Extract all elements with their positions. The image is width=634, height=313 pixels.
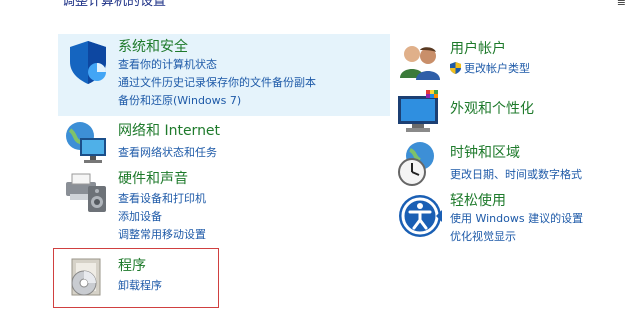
link-view-computer-status[interactable]: 查看你的计算机状态 [118, 56, 217, 72]
category-system-security[interactable]: 系统和安全 查看你的计算机状态 通过文件历史记录保存你的文件备份副本 备份和还原… [58, 34, 390, 116]
page-title: 调整计算机的设置 [62, 0, 167, 9]
category-title[interactable]: 时钟和区域 [450, 142, 520, 162]
link-uninstall-program[interactable]: 卸载程序 [118, 277, 162, 293]
accessibility-icon [396, 192, 444, 240]
category-clock-region[interactable]: 时钟和区域 更改日期、时间或数字格式 [394, 138, 624, 188]
category-title[interactable]: 轻松使用 [450, 190, 506, 210]
link-windows-suggested-settings[interactable]: 使用 Windows 建议的设置 [450, 210, 583, 226]
link-add-device[interactable]: 添加设备 [118, 208, 162, 224]
link-optimize-visual-display[interactable]: 优化视觉显示 [450, 228, 516, 244]
link-mobility-settings[interactable]: 调整常用移动设置 [118, 226, 206, 242]
uac-shield-icon [450, 62, 461, 74]
link-file-history[interactable]: 通过文件历史记录保存你的文件备份副本 [118, 74, 316, 90]
category-network[interactable]: 网络和 Internet 查看网络状态和任务 [58, 118, 390, 163]
category-title[interactable]: 硬件和声音 [118, 168, 188, 188]
link-devices-printers[interactable]: 查看设备和打印机 [118, 190, 206, 206]
link-backup-restore[interactable]: 备份和还原(Windows 7) [118, 92, 241, 108]
clock-globe-icon [396, 140, 444, 188]
shield-icon [64, 38, 112, 86]
category-title[interactable]: 程序 [118, 255, 146, 275]
category-programs[interactable]: 程序 卸载程序 [53, 248, 219, 308]
printer-speaker-icon [62, 168, 110, 216]
category-ease-of-access[interactable]: 轻松使用 使用 Windows 建议的设置 优化视觉显示 [394, 190, 624, 246]
link-change-account-type[interactable]: 更改帐户类型 [450, 60, 530, 76]
network-globe-icon [62, 118, 110, 166]
category-appearance[interactable]: 外观和个性化 [394, 86, 624, 134]
category-title[interactable]: 系统和安全 [118, 36, 188, 56]
category-title[interactable]: 网络和 Internet [118, 120, 220, 140]
category-user-accounts[interactable]: 用户帐户 更改帐户类型 [394, 34, 624, 82]
link-label: 更改帐户类型 [464, 62, 530, 75]
link-network-status[interactable]: 查看网络状态和任务 [118, 144, 217, 160]
link-change-date-time[interactable]: 更改日期、时间或数字格式 [450, 166, 582, 182]
view-menu-icon[interactable]: ≡ [617, 0, 626, 9]
program-disc-icon [64, 253, 112, 301]
category-hardware-sound[interactable]: 硬件和声音 查看设备和打印机 添加设备 调整常用移动设置 [58, 166, 390, 242]
category-title[interactable]: 用户帐户 [450, 38, 506, 58]
monitor-palette-icon [396, 88, 444, 136]
category-title[interactable]: 外观和个性化 [450, 98, 534, 118]
users-icon [396, 38, 444, 86]
